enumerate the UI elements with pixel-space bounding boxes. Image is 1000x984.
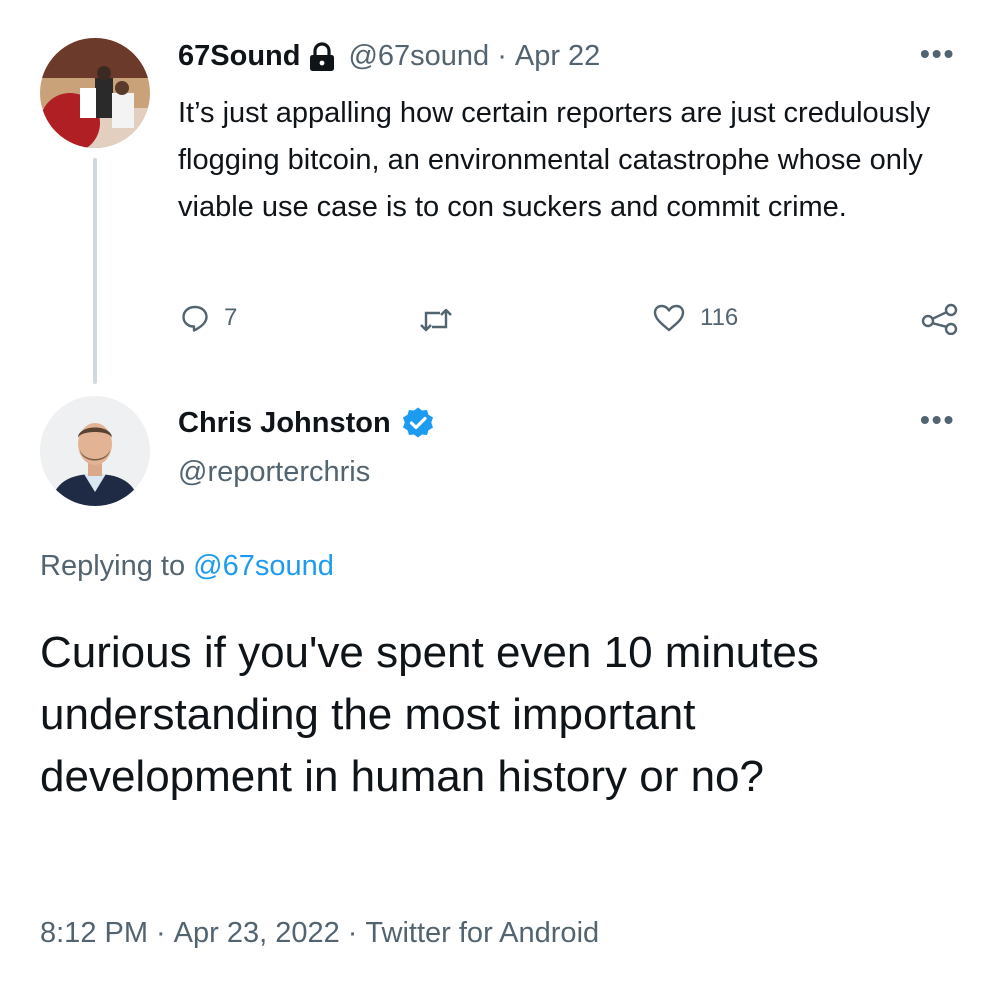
- lock-icon: [308, 41, 336, 72]
- replying-to-line: Replying to @67sound: [40, 550, 334, 583]
- reply-button[interactable]: 7: [180, 303, 237, 333]
- parent-handle[interactable]: @67sound: [348, 40, 489, 73]
- share-button[interactable]: [920, 303, 960, 335]
- like-button[interactable]: 116: [652, 303, 738, 333]
- reply-display-name[interactable]: Chris Johnston: [178, 407, 391, 440]
- reply-count: 7: [224, 304, 238, 331]
- more-options-icon[interactable]: •••: [920, 38, 955, 70]
- reply-icon: [180, 303, 210, 333]
- replying-prefix: Replying to: [40, 550, 186, 582]
- retweet-icon: [418, 306, 454, 334]
- heart-icon: [652, 303, 686, 333]
- like-count: 116: [700, 304, 739, 331]
- reply-tweet-header: Chris Johnston: [178, 406, 435, 440]
- tweet-time[interactable]: 8:12 PM: [40, 917, 148, 949]
- retweet-button[interactable]: [418, 306, 468, 334]
- more-options-icon[interactable]: •••: [920, 404, 955, 436]
- verified-badge-icon: [401, 406, 435, 440]
- separator-dot: ·: [497, 40, 507, 72]
- tweet-date[interactable]: Apr 23, 2022: [174, 917, 340, 949]
- avatar-67sound[interactable]: [40, 38, 150, 148]
- reply-tweet-text: Curious if you've spent even 10 minutes …: [40, 628, 819, 801]
- thread-connector-line: [93, 158, 97, 384]
- separator-dot: ·: [347, 917, 358, 949]
- tweet-metadata: 8:12 PM · Apr 23, 2022 · Twitter for Android: [40, 917, 599, 950]
- separator-dot: ·: [156, 917, 166, 949]
- parent-date[interactable]: Apr 22: [515, 40, 600, 73]
- parent-tweet-header: 67Sound @67sound · Apr 22: [178, 40, 600, 73]
- parent-tweet-text: It’s just appalling how certain reporter…: [178, 97, 931, 223]
- reply-handle[interactable]: @reporterchris: [178, 456, 370, 489]
- parent-display-name[interactable]: 67Sound: [178, 40, 300, 73]
- share-icon: [920, 303, 960, 335]
- avatar-reporterchris[interactable]: [40, 396, 150, 506]
- replying-to-mention[interactable]: @67sound: [193, 550, 334, 582]
- tweet-source[interactable]: Twitter for Android: [365, 917, 599, 949]
